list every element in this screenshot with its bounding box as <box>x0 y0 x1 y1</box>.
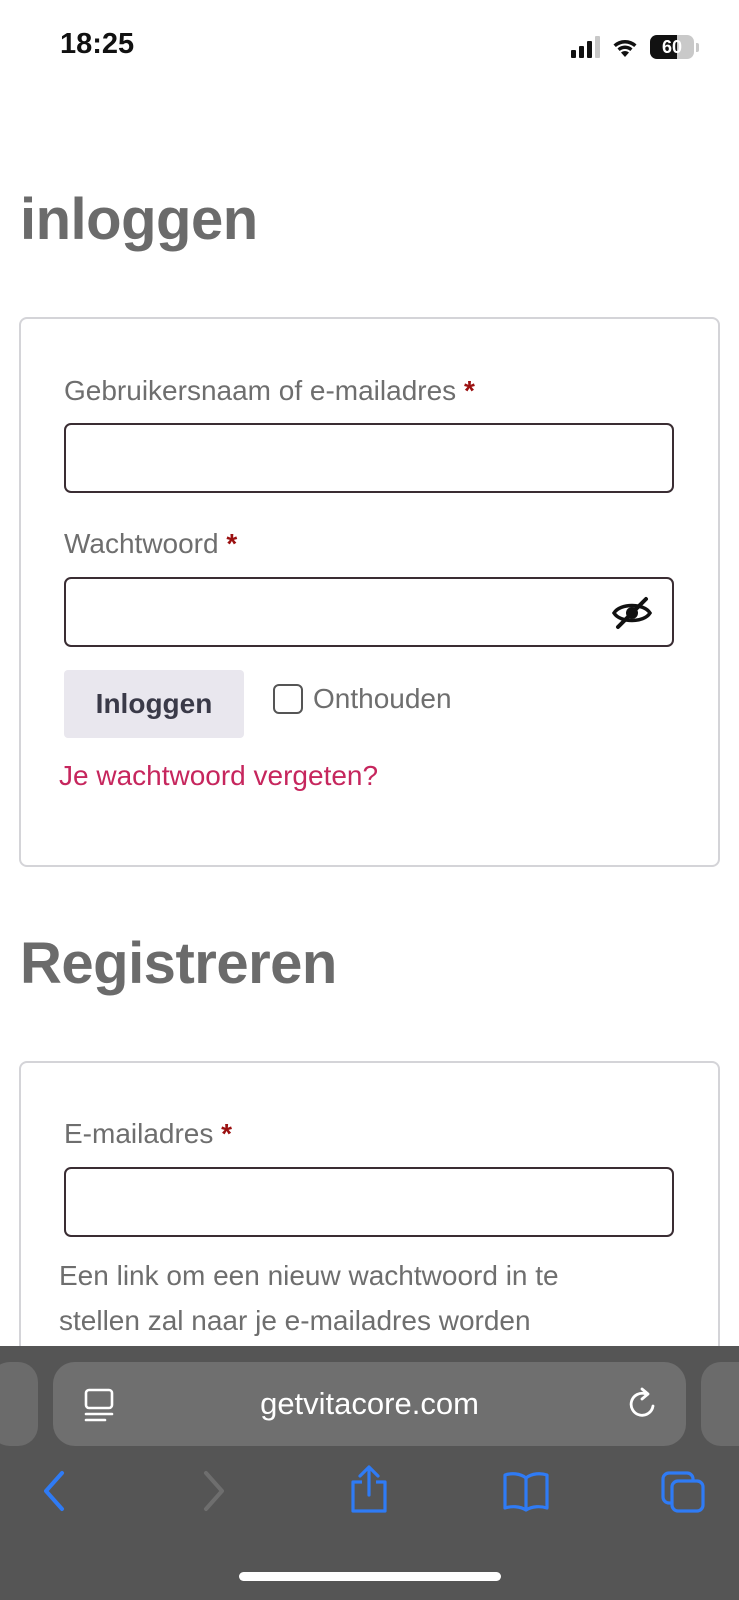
signal-icon <box>571 36 600 58</box>
eye-slash-icon <box>611 597 653 629</box>
url-text: getvitacore.com <box>260 1386 479 1421</box>
required-marker: * <box>221 1118 233 1149</box>
bookmarks-icon[interactable] <box>502 1470 550 1512</box>
remember-me[interactable]: Onthouden <box>273 683 452 715</box>
register-title: Registreren <box>20 931 337 996</box>
home-indicator[interactable] <box>239 1572 501 1581</box>
next-tab-preview[interactable] <box>701 1362 739 1446</box>
browser-toolbar: getvitacore.com <box>0 1346 739 1600</box>
email-input[interactable] <box>64 1167 674 1237</box>
status-bar: 18:25 60 <box>0 0 739 95</box>
forward-icon[interactable] <box>196 1468 230 1514</box>
battery-icon: 60 <box>650 35 694 59</box>
info-line-1: Een link om een nieuw wachtwoord in te <box>59 1260 559 1291</box>
address-bar[interactable]: getvitacore.com <box>53 1362 686 1446</box>
password-label: Wachtwoord * <box>64 528 237 560</box>
info-line-2: stellen zal naar je e-mailadres worden <box>59 1305 531 1336</box>
previous-tab-preview[interactable] <box>0 1362 38 1446</box>
remember-checkbox[interactable] <box>273 684 303 714</box>
status-time: 18:25 <box>60 28 135 60</box>
username-input[interactable] <box>64 423 674 493</box>
required-marker: * <box>463 375 475 406</box>
tabs-icon[interactable] <box>660 1470 706 1514</box>
password-label-text: Wachtwoord <box>64 528 219 559</box>
email-label: E-mailadres * <box>64 1118 232 1150</box>
register-info-text: Een link om een nieuw wachtwoord in te s… <box>59 1253 699 1343</box>
login-title: inloggen <box>20 187 258 252</box>
email-label-text: E-mailadres <box>64 1118 214 1149</box>
password-input[interactable] <box>64 577 674 647</box>
login-button[interactable]: Inloggen <box>64 670 244 738</box>
battery-level: 60 <box>661 37 683 57</box>
username-label: Gebruikersnaam of e-mailadres * <box>64 375 475 407</box>
reload-icon[interactable] <box>626 1386 660 1422</box>
required-marker: * <box>226 528 238 559</box>
share-icon[interactable] <box>349 1464 389 1514</box>
battery-tip <box>696 42 699 52</box>
forgot-password-link[interactable]: Je wachtwoord vergeten? <box>59 760 378 792</box>
show-password-toggle[interactable] <box>610 593 654 633</box>
username-label-text: Gebruikersnaam of e-mailadres <box>64 375 457 406</box>
back-icon[interactable] <box>38 1468 72 1514</box>
wifi-icon <box>613 40 637 57</box>
remember-label: Onthouden <box>313 683 452 714</box>
status-icons: 60 <box>571 34 699 60</box>
